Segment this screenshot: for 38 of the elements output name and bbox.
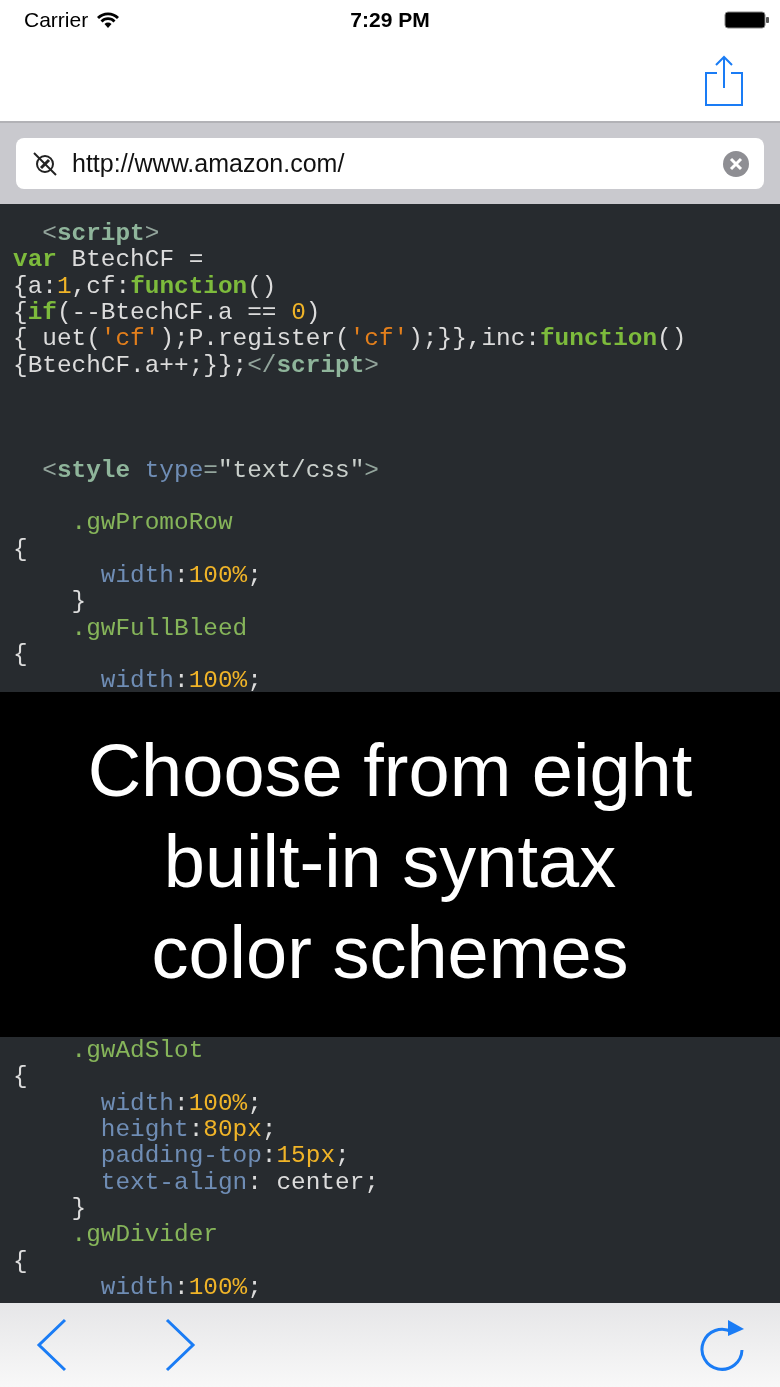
code-line: width:100%;: [100, 668, 262, 692]
code-line: .gwAdSlot: [71, 1038, 204, 1065]
code-line: <script>: [42, 221, 160, 248]
back-button[interactable]: [36, 1318, 68, 1372]
status-time: 7:29 PM: [350, 8, 430, 32]
caption-line: Choose from eight: [87, 728, 693, 814]
caption-line: color schemes: [151, 910, 629, 996]
code-line: {: [13, 536, 28, 563]
code-line: var BtechCF =: [13, 247, 204, 274]
code-line: {BtechCF.a++;}};</script>: [13, 352, 379, 379]
code-line: width:100%;: [100, 1274, 262, 1301]
code-line: }: [71, 589, 87, 616]
code-line: { uet('cf');P.register('cf');}},inc:function(): [13, 326, 687, 353]
code-line: .gwPromoRow: [71, 510, 233, 537]
address-field[interactable]: http://www.amazon.com/: [16, 138, 764, 189]
code-line: {: [13, 1248, 28, 1275]
battery-icon: [724, 10, 770, 30]
code-line: {if(--BtechCF.a == 0): [13, 300, 321, 327]
code-line: {: [13, 1064, 28, 1091]
forward-button[interactable]: [164, 1318, 196, 1372]
carrier-name: Carrier: [24, 8, 89, 32]
code-line: text-align: center;: [100, 1169, 379, 1196]
code-line: width:100%;: [100, 563, 262, 589]
code-line: padding-top:15px;: [100, 1143, 350, 1170]
code-line: width:100%;: [100, 1090, 262, 1117]
code-line: {a:1,cf:function(): [13, 273, 277, 300]
code-line: .gwDivider: [71, 1222, 218, 1249]
code-line: <style type="text/css">: [42, 457, 379, 484]
wifi-icon: [96, 11, 121, 29]
clear-button[interactable]: [722, 149, 750, 178]
code-line: {: [13, 641, 28, 668]
code-line: .gwFullBleed: [71, 615, 248, 642]
share-button[interactable]: [704, 54, 744, 107]
code-line: }: [71, 1195, 87, 1222]
caption-line: built-in syntax: [163, 819, 617, 905]
code-line: height:80px;: [100, 1117, 277, 1144]
reload-button[interactable]: [698, 1318, 746, 1372]
compass-slash-icon: [32, 150, 58, 177]
